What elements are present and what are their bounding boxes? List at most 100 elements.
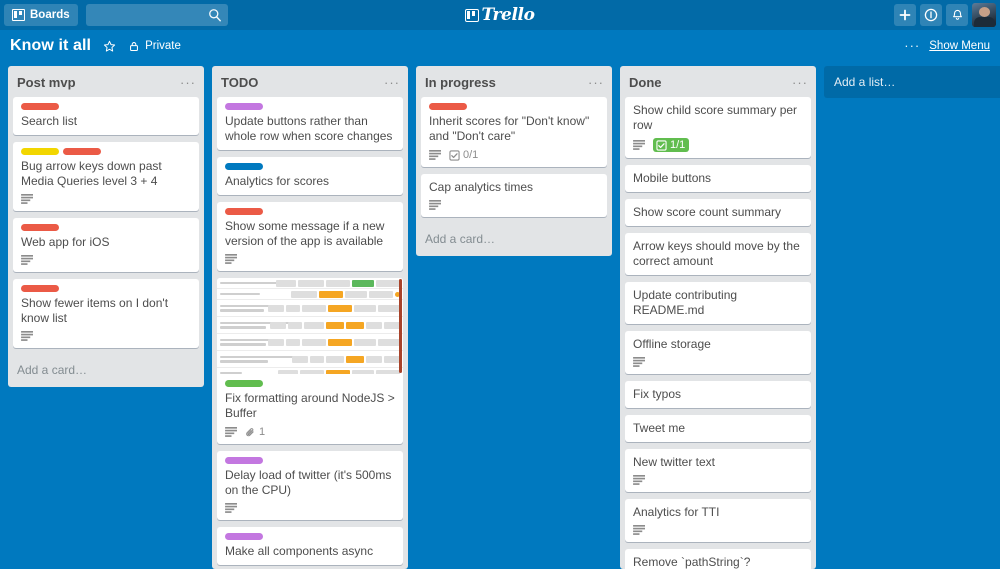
card[interactable]: Show score count summary xyxy=(625,199,811,226)
list-menu-button[interactable]: ··· xyxy=(588,76,604,89)
card-label-red[interactable] xyxy=(21,224,59,231)
board-canvas: Post mvp ··· Search list Bug arrow keys dow… xyxy=(0,62,1000,569)
card-label-blue[interactable] xyxy=(225,163,263,170)
card-label-green[interactable] xyxy=(225,380,263,387)
list-header: Post mvp ··· xyxy=(8,66,204,97)
card[interactable]: Arrow keys should move by the correct am… xyxy=(625,233,811,275)
card-title: Arrow keys should move by the correct am… xyxy=(633,239,800,268)
star-board-button[interactable] xyxy=(103,40,116,53)
card[interactable]: Analytics for scores xyxy=(217,157,403,195)
user-avatar[interactable] xyxy=(972,3,996,27)
card-title: Mobile buttons xyxy=(633,171,712,185)
list-cards: Show child score summary per row 1/1 Mobil… xyxy=(620,97,816,569)
search-box[interactable] xyxy=(85,4,228,26)
card-label-red[interactable] xyxy=(225,208,263,215)
card-labels xyxy=(429,103,600,110)
description-icon xyxy=(225,254,237,264)
board-visibility-button[interactable]: Private xyxy=(128,40,181,52)
card-label-red[interactable] xyxy=(63,148,101,155)
card-badges xyxy=(633,475,804,486)
card[interactable]: Delay load of twitter (it's 500ms on the… xyxy=(217,451,403,520)
card[interactable]: Show fewer items on I don't know list xyxy=(13,279,199,348)
boards-button-label: Boards xyxy=(30,9,70,21)
card[interactable]: Tweet me xyxy=(625,415,811,442)
list-title[interactable]: In progress xyxy=(425,75,588,90)
card-label-purple[interactable] xyxy=(225,457,263,464)
list-menu-button[interactable]: ··· xyxy=(792,76,808,89)
description-badge xyxy=(633,525,646,536)
card-title: Analytics for TTI xyxy=(633,505,720,519)
card[interactable]: Offline storage xyxy=(625,331,811,374)
description-icon xyxy=(633,475,645,485)
info-icon xyxy=(924,8,938,22)
card[interactable]: Update contributing README.md xyxy=(625,282,811,324)
card[interactable]: Fix formatting around NodeJS > Buffer 1 xyxy=(217,278,403,444)
card-title: Update contributing README.md xyxy=(633,288,738,317)
card-labels xyxy=(21,103,192,110)
card-label-purple[interactable] xyxy=(225,103,263,110)
card-label-purple[interactable] xyxy=(225,533,263,540)
board-title[interactable]: Know it all xyxy=(10,37,91,55)
card[interactable]: Web app for iOS xyxy=(13,218,199,272)
card-label-yellow[interactable] xyxy=(21,148,59,155)
card-label-red[interactable] xyxy=(429,103,467,110)
description-icon xyxy=(225,503,237,513)
card[interactable]: Show child score summary per row 1/1 xyxy=(625,97,811,158)
checklist-count: 1/1 xyxy=(670,139,686,151)
add-a-list-button[interactable]: Add a list… xyxy=(824,66,1000,98)
list-header: Done ··· xyxy=(620,66,816,97)
information-button[interactable] xyxy=(920,4,942,26)
card-title: Show some message if a new version of th… xyxy=(225,219,385,248)
card[interactable]: Inherit scores for "Don't know" and "Don… xyxy=(421,97,607,167)
card-labels xyxy=(225,380,396,387)
card[interactable]: Mobile buttons xyxy=(625,165,811,192)
description-icon xyxy=(21,255,33,265)
description-badge xyxy=(633,139,646,151)
card[interactable]: New twitter text xyxy=(625,449,811,492)
list-menu-button[interactable]: ··· xyxy=(180,76,196,89)
card-label-red[interactable] xyxy=(21,103,59,110)
description-icon xyxy=(633,357,645,367)
card-badges: 1 xyxy=(225,426,396,438)
notifications-button[interactable] xyxy=(946,4,968,26)
add-a-card-button[interactable]: Add a card… xyxy=(416,224,612,256)
description-badge xyxy=(225,503,238,514)
card[interactable]: Remove `pathString`? xyxy=(625,549,811,569)
card-title: Offline storage xyxy=(633,337,711,351)
card[interactable]: Cap analytics times xyxy=(421,174,607,217)
card[interactable]: Make all components async xyxy=(217,527,403,565)
topbar-right-group xyxy=(894,3,996,27)
card[interactable]: Show some message if a new version of th… xyxy=(217,202,403,271)
cover-scrollbar xyxy=(399,279,402,373)
card-title: Make all components async xyxy=(225,544,374,558)
description-badge xyxy=(225,426,238,438)
card[interactable]: Update buttons rather than whole row whe… xyxy=(217,97,403,150)
top-navigation-bar: Boards Trello xyxy=(0,0,1000,30)
card-title: Show child score summary per row xyxy=(633,103,798,132)
list-title[interactable]: Post mvp xyxy=(17,75,180,90)
add-button[interactable] xyxy=(894,4,916,26)
cover-mock-row xyxy=(217,368,403,374)
card[interactable]: Analytics for TTI xyxy=(625,499,811,542)
attachment-count: 1 xyxy=(259,426,266,438)
card-labels xyxy=(21,285,192,292)
card[interactable]: Bug arrow keys down past Media Queries l… xyxy=(13,142,199,211)
card[interactable]: Fix typos xyxy=(625,381,811,408)
show-menu-link[interactable]: Show Menu xyxy=(929,40,990,52)
card-badges xyxy=(225,254,396,265)
list-title[interactable]: TODO xyxy=(221,75,384,90)
add-a-card-button[interactable]: Add a card… xyxy=(8,355,204,387)
search-icon xyxy=(208,9,221,22)
card-title: Fix typos xyxy=(633,387,682,401)
card-title: Show score count summary xyxy=(633,205,782,219)
list-menu-button[interactable]: ··· xyxy=(384,76,400,89)
card-label-red[interactable] xyxy=(21,285,59,292)
search-input[interactable] xyxy=(85,4,228,26)
checklist-icon xyxy=(656,139,667,151)
list-title[interactable]: Done xyxy=(629,75,792,90)
boards-button[interactable]: Boards xyxy=(4,4,78,26)
trello-logo-text: Trello xyxy=(481,5,535,25)
card[interactable]: Search list xyxy=(13,97,199,135)
board-menu-dots-button[interactable]: ··· xyxy=(904,39,920,52)
description-badge xyxy=(21,331,34,342)
